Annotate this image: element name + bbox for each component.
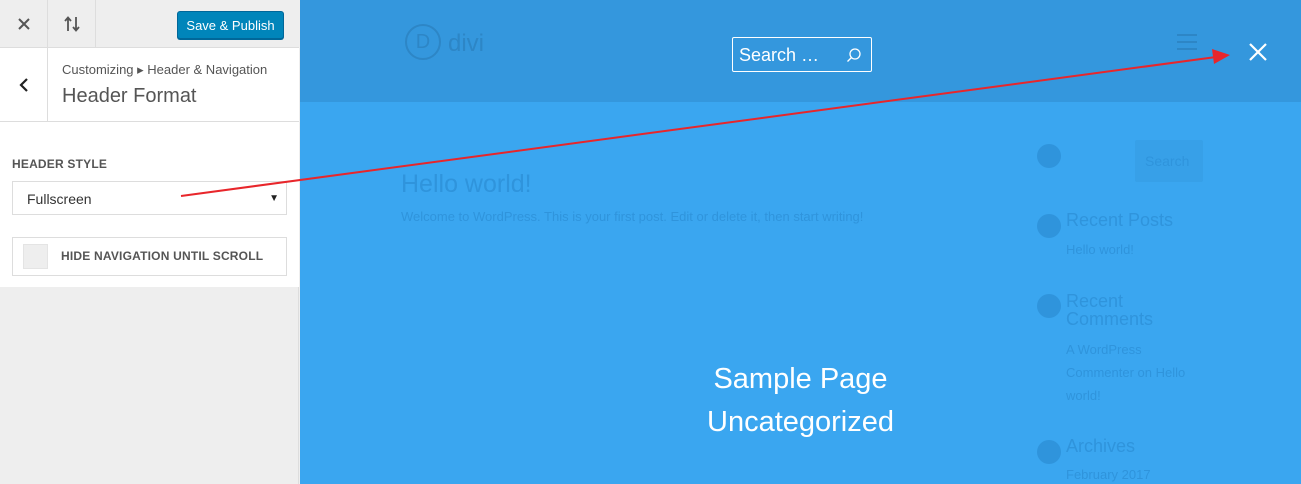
chevron-left-icon [18,77,28,92]
archives-title: Archives [1066,436,1136,456]
controls-panel: HEADER STYLE Fullscreen ▼ HIDE NAVIGATIO… [0,122,299,287]
archive-link[interactable]: February 2017 [1066,463,1226,484]
menu-item-sample-page[interactable]: Sample Page [300,363,1301,396]
close-icon [17,17,30,30]
search-input[interactable]: Search … [732,37,872,72]
search-placeholder: Search … [739,45,820,65]
logo-text: divi [448,30,485,57]
hide-navigation-checkbox[interactable] [23,244,48,269]
widget-bullet-icon [1037,294,1061,318]
breadcrumb: Customizing ▸ Header & Navigation [62,62,268,77]
post-excerpt: Welcome to WordPress. This is your first… [401,209,864,224]
menu-icon[interactable] [1177,34,1197,55]
hide-navigation-label: HIDE NAVIGATION UNTIL SCROLL [61,249,264,263]
widget-search-icon [1037,144,1061,168]
save-publish-button[interactable]: Save & Publish [177,11,284,39]
menu-item-uncategorized[interactable]: Uncategorized [300,406,1301,439]
close-customizer-button[interactable] [0,0,48,47]
post-title[interactable]: Hello world! [401,170,532,199]
hide-navigation-toggle[interactable]: HIDE NAVIGATION UNTIL SCROLL [12,237,287,276]
widget-search-label: Search [1145,153,1190,169]
arrows-updown-icon [63,15,80,32]
section-header: Customizing ▸ Header & Navigation Header… [0,48,299,122]
reorder-button[interactable] [48,0,96,47]
section-title: Header Format [62,85,197,107]
close-icon[interactable] [1248,42,1268,62]
back-button[interactable] [0,48,48,121]
customizer-toolbar: Save & Publish [0,0,299,48]
header-style-value: Fullscreen [27,191,92,207]
header-style-select[interactable]: Fullscreen ▼ [12,181,287,215]
site-header: D divi Search … [300,0,1301,102]
widget-bullet-icon [1037,440,1061,464]
widget-bullet-icon [1037,214,1061,238]
header-style-label: HEADER STYLE [12,157,108,171]
caret-down-icon: ▼ [269,193,279,204]
recent-posts-title: Recent Posts [1066,210,1174,230]
customizer-sidebar: Save & Publish Customizing ▸ Header & Na… [0,0,299,484]
logo[interactable]: D [405,24,441,60]
recent-post-link[interactable]: Hello world! [1066,238,1226,261]
site-preview: Hello world! Welcome to WordPress. This … [300,0,1301,484]
recent-comments-title: Recent Comments [1066,291,1154,329]
search-icon[interactable] [846,47,862,63]
